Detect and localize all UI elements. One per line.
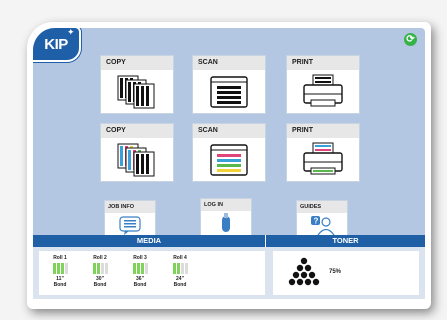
job-info-tile[interactable]: JOB INFO [104,200,156,235]
logo-text: KIP [44,35,68,53]
toner-panel[interactable]: 75% [273,251,419,295]
scan-bw-icon [193,70,265,113]
gauge-segment [184,263,188,274]
roll-type: Bond [133,282,147,288]
kip-logo: KIP ✦ [33,28,81,62]
roll-type: Bond [53,282,67,288]
roll-gauge [87,263,113,274]
roll-gauge [167,263,193,274]
tile-label: GUIDES [297,201,347,213]
job-info-icon [105,213,155,235]
svg-text:?: ? [314,217,319,226]
print-color-tile[interactable]: PRINT [286,123,360,182]
gauge-segment [144,263,148,274]
toner-percent: 75% [329,269,342,275]
guides-icon: ? [297,213,347,235]
tile-label: SCAN [193,124,265,138]
roll-name: Roll 2 [93,255,107,261]
roll-type: Bond [173,282,187,288]
media-panel[interactable]: Roll 1 11" Bond Roll 2 30" Bond Roll 3 3… [39,251,265,295]
scan-color-icon [193,138,265,181]
gauge-segment [132,263,136,274]
tile-label: COPY [101,124,173,138]
media-header: MEDIA [33,235,265,247]
gauge-segment [140,263,144,274]
gauge-segment [180,263,184,274]
roll-3: Roll 3 36" Bond [127,255,153,288]
gauge-segment [176,263,180,274]
roll-name: Roll 1 [53,255,67,261]
scan-bw-tile[interactable]: SCAN [192,55,266,114]
scan-color-tile[interactable]: SCAN [192,123,266,182]
copy-color-icon [101,138,173,181]
copy-color-tile[interactable]: COPY [100,123,174,182]
gauge-segment [104,263,108,274]
roll-4: Roll 4 24" Bond [167,255,193,288]
tile-label: COPY [101,56,173,70]
tile-label: PRINT [287,124,359,138]
roll-1: Roll 1 11" Bond [47,255,73,288]
roll-name: Roll 4 [173,255,187,261]
print-bw-icon [287,70,359,113]
roll-2: Roll 2 30" Bond [87,255,113,288]
gauge-segment [92,263,96,274]
roll-gauge [47,263,73,274]
roll-name: Roll 3 [133,255,147,261]
main-screen: KIP ✦ ⟳ COPY SCAN PRINT COPY SCAN PRINT … [33,28,425,235]
tile-label: PRINT [287,56,359,70]
toner-icon [288,257,320,286]
print-color-icon [287,138,359,181]
log-in-tile[interactable]: LOG IN [200,198,252,235]
gauge-segment [172,263,176,274]
status-area: Roll 1 11" Bond Roll 2 30" Bond Roll 3 3… [33,247,425,299]
gauge-segment [60,263,64,274]
gauge-segment [56,263,60,274]
guides-tile[interactable]: GUIDES ? [296,200,348,235]
roll-type: Bond [93,282,107,288]
copy-bw-icon [101,70,173,113]
copy-bw-tile[interactable]: COPY [100,55,174,114]
login-icon [201,211,251,235]
refresh-icon[interactable]: ⟳ [404,33,417,46]
roll-gauge [127,263,153,274]
gauge-segment [136,263,140,274]
gauge-segment [96,263,100,274]
star-icon: ✦ [67,28,75,37]
tile-label: JOB INFO [105,201,155,213]
print-bw-tile[interactable]: PRINT [286,55,360,114]
tile-label: LOG IN [201,199,251,211]
tile-label: SCAN [193,56,265,70]
gauge-segment [52,263,56,274]
toner-header: TONER [266,235,425,247]
gauge-segment [100,263,104,274]
gauge-segment [64,263,68,274]
